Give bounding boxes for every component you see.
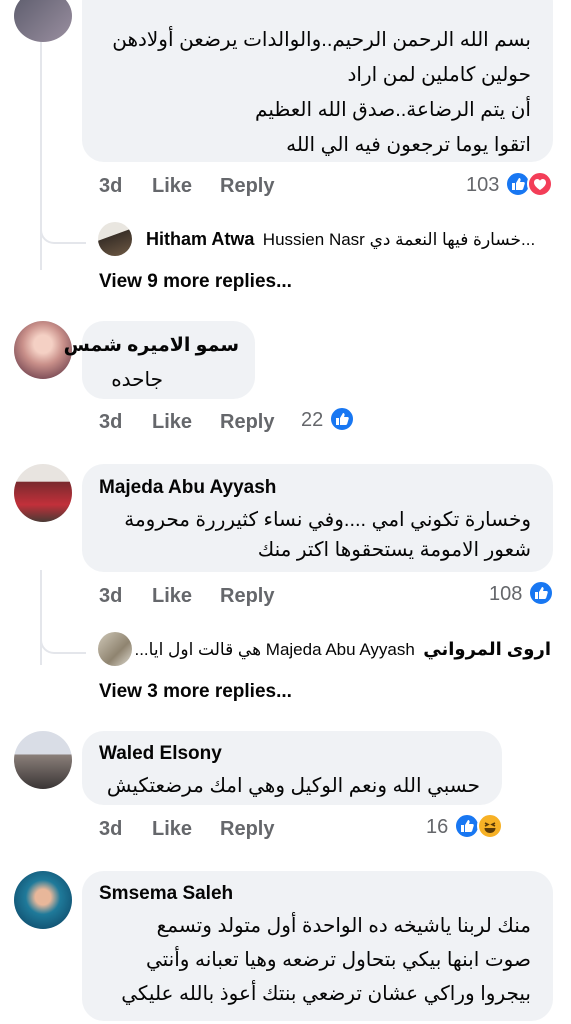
comment-text: بيجروا وراكي عشان ترضعي بنتك أعوذ بالله …	[121, 983, 531, 1005]
avatar[interactable]	[14, 731, 72, 789]
like-button[interactable]: Like	[152, 818, 192, 841]
comment-text: حولين كاملين لمن اراد	[347, 64, 532, 86]
comment-text: صوت ابنها بيكي بتحاول ترضعه وهيا تعبانه …	[145, 949, 531, 971]
reply-preview[interactable]: Hitham Atwa Hussien Nasr خسارة فيها النع…	[146, 229, 535, 250]
view-more-replies[interactable]: View 3 more replies...	[99, 681, 292, 703]
like-reaction-icon[interactable]	[528, 580, 554, 606]
comment-bubble: Smsema Saleh منك لربنا ياشيخه ده الواحدة…	[82, 871, 553, 1021]
reaction-count[interactable]: 108	[489, 583, 522, 606]
comment-text: شعور الامومة يستحقوها اكتر منك	[257, 539, 531, 561]
avatar[interactable]	[14, 0, 72, 42]
reaction-count[interactable]: 16	[426, 816, 448, 839]
reply-snippet: Hussien Nasr خسارة فيها النعمة دي...	[262, 230, 536, 249]
reaction-count[interactable]: 22	[301, 409, 323, 432]
comment-text: منك لربنا ياشيخه ده الواحدة أول متولد وت…	[156, 915, 531, 937]
comment-bubble: سمو الاميره شمس جاحده	[64, 321, 255, 399]
comment-bubble: بسم الله الرحمن الرحيم..والوالدات يرضعن …	[82, 0, 553, 162]
view-more-replies[interactable]: View 9 more replies...	[99, 271, 292, 293]
reply-author: اروى المرواني	[423, 639, 551, 659]
thread-line	[40, 570, 42, 665]
timestamp[interactable]: 3d	[99, 411, 122, 434]
reply-snippet: Majeda Abu Ayyash هي قالت اول ايا...	[134, 640, 415, 659]
like-reaction-icon[interactable]	[329, 406, 355, 432]
comment-bubble: Majeda Abu Ayyash وخسارة تكوني امي ....و…	[82, 464, 553, 572]
reply-button[interactable]: Reply	[220, 411, 274, 434]
reply-avatar[interactable]	[98, 222, 132, 256]
comment-text: اتقوا يوما ترجعون فيه الي الله	[286, 134, 531, 156]
love-reaction-icon[interactable]	[527, 171, 553, 197]
comment-text: أن يتم الرضاعة..صدق الله العظيم	[255, 99, 531, 121]
thread-branch	[40, 210, 86, 244]
reply-author: Hitham Atwa	[146, 229, 255, 249]
haha-reaction-icon[interactable]	[477, 813, 503, 839]
timestamp[interactable]: 3d	[99, 585, 122, 608]
timestamp[interactable]: 3d	[99, 175, 122, 198]
comment-text: وخسارة تكوني امي ....وفي نساء كثيرررة مح…	[124, 509, 531, 531]
comment-text: بسم الله الرحمن الرحيم..والوالدات يرضعن …	[112, 29, 531, 51]
timestamp[interactable]: 3d	[99, 818, 122, 841]
comment-author[interactable]: سمو الاميره شمس	[64, 334, 239, 357]
comment-text: حسبي الله ونعم الوكيل وهي امك مرضعتكيش	[106, 775, 480, 797]
thread-branch	[40, 620, 86, 654]
reply-preview[interactable]: اروى المرواني Majeda Abu Ayyash هي قالت …	[134, 639, 551, 660]
reply-button[interactable]: Reply	[220, 175, 274, 198]
comment-text: جاحده	[111, 369, 163, 391]
reply-button[interactable]: Reply	[220, 585, 274, 608]
like-button[interactable]: Like	[152, 175, 192, 198]
avatar[interactable]	[14, 871, 72, 929]
comment-bubble: Waled Elsony حسبي الله ونعم الوكيل وهي ا…	[82, 731, 502, 805]
like-button[interactable]: Like	[152, 585, 192, 608]
reply-button[interactable]: Reply	[220, 818, 274, 841]
comment-author[interactable]: Majeda Abu Ayyash	[99, 477, 276, 499]
reaction-count[interactable]: 103	[466, 174, 499, 197]
like-button[interactable]: Like	[152, 411, 192, 434]
reply-avatar[interactable]	[98, 632, 132, 666]
comment-author[interactable]: Smsema Saleh	[99, 883, 233, 905]
avatar[interactable]	[14, 464, 72, 522]
comment-author[interactable]: Waled Elsony	[99, 743, 222, 765]
